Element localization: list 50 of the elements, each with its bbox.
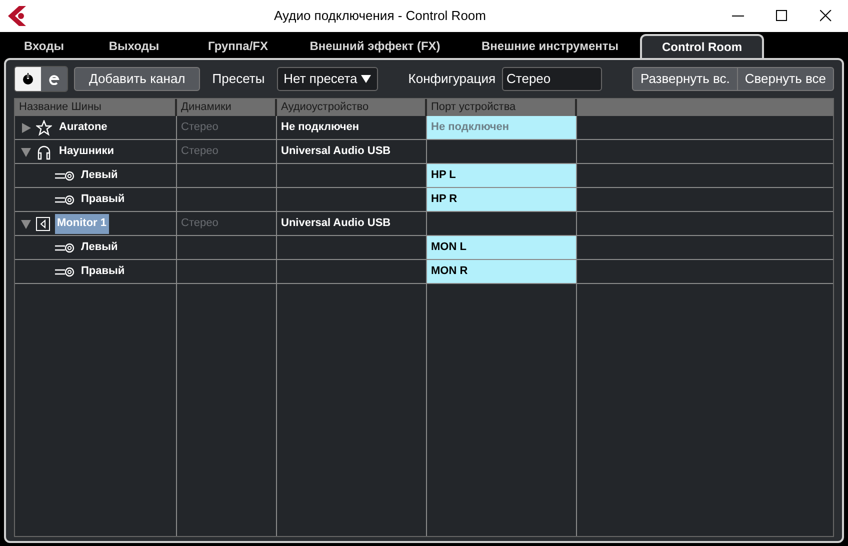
expand-all-button[interactable]: Развернуть вс. xyxy=(632,67,738,91)
jack-plug-icon xyxy=(55,194,75,204)
add-channel-button[interactable]: Добавить канал xyxy=(74,67,200,91)
caret-icon xyxy=(361,75,372,83)
jack-plug-icon xyxy=(55,266,75,276)
tab[interactable]: Выходы xyxy=(82,34,186,58)
close-icon[interactable] xyxy=(820,10,832,22)
bus-name[interactable]: Auratone xyxy=(57,118,110,138)
audio-device-cell-text: Universal Audio USB xyxy=(281,216,391,232)
bus-name[interactable]: Левый xyxy=(79,166,120,186)
toggle-button[interactable] xyxy=(41,67,67,91)
expanded-caret-icon[interactable] xyxy=(21,218,31,228)
star-icon xyxy=(36,120,52,136)
tab[interactable]: Входы xyxy=(6,34,82,58)
window-title: Аудио подключения - Control Room xyxy=(273,7,487,26)
speaker-icon xyxy=(36,216,50,230)
configuration-label: Конфигурация xyxy=(408,70,496,88)
tab[interactable]: Control Room xyxy=(640,34,764,58)
audio-device-cell-text: Universal Audio USB xyxy=(281,144,391,160)
collapse-all-button[interactable]: Свернуть все xyxy=(738,67,834,91)
audio-device-cell-text: Не подключен xyxy=(281,120,360,136)
device-port-cell[interactable]: HP R xyxy=(427,188,576,211)
configuration-field[interactable]: Стерео xyxy=(502,67,602,91)
presets-label: Пресеты xyxy=(212,70,265,88)
collapsed-caret-icon[interactable] xyxy=(21,122,31,132)
edit-icon xyxy=(48,73,60,85)
power-icon xyxy=(22,73,34,85)
jack-plug-icon xyxy=(55,170,75,180)
device-port-cell[interactable]: MON L xyxy=(427,236,576,259)
expanded-caret-icon[interactable] xyxy=(21,146,31,156)
speakers-cell-text: Стерео xyxy=(181,144,218,160)
speakers-cell-text: Стерео xyxy=(181,120,218,136)
jack-plug-icon xyxy=(55,242,75,252)
tab[interactable]: Внешние инструменты xyxy=(460,34,640,58)
speakers-cell-text: Стерео xyxy=(181,216,218,232)
tab[interactable]: Группа/FX xyxy=(186,34,290,58)
device-port-cell[interactable]: MON R xyxy=(427,260,576,283)
bus-name[interactable]: Правый xyxy=(79,262,127,282)
toggle-button[interactable] xyxy=(15,67,41,91)
headphones-icon xyxy=(36,144,52,160)
tab[interactable]: Внешний эффект (FX) xyxy=(290,34,460,58)
app-logo-icon xyxy=(6,5,28,27)
bus-name[interactable]: Левый xyxy=(79,238,120,258)
bus-name[interactable]: Правый xyxy=(79,190,127,210)
bus-name[interactable]: Наушники xyxy=(57,142,116,162)
maximize-icon[interactable] xyxy=(776,10,788,22)
column-header: Динамики xyxy=(177,99,277,116)
preset-dropdown[interactable]: Нет пресета xyxy=(276,67,378,91)
device-port-cell[interactable]: HP L xyxy=(427,164,576,187)
column-header: Название Шины xyxy=(15,99,177,116)
